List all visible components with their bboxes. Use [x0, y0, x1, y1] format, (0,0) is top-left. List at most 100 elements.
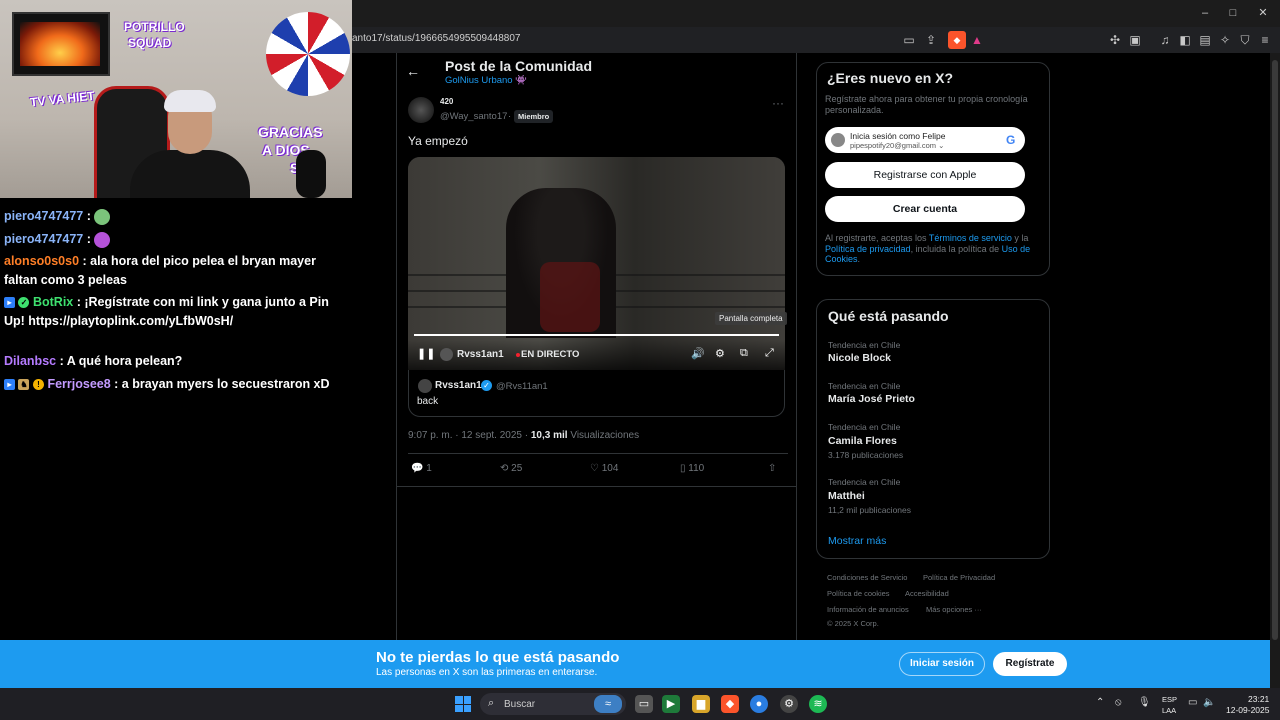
views-label: Visualizaciones	[567, 430, 640, 441]
clock-date[interactable]: 12-09-2025	[1226, 705, 1269, 715]
bookmark-button[interactable]: ▯ 110	[680, 463, 704, 474]
verified-icon: ✓	[481, 380, 492, 391]
chat-username[interactable]: alonso0s0s0	[4, 254, 79, 268]
settings-gear-icon[interactable]: ⚙	[715, 347, 725, 360]
alien-emote-icon	[94, 208, 111, 225]
volume-icon[interactable]: 🔊	[691, 347, 705, 360]
author-handle[interactable]: @Way_santo17	[440, 111, 507, 122]
chat-username[interactable]: Dilanbsc	[4, 354, 56, 368]
community-link[interactable]: GolNius Urbano 👾	[445, 75, 527, 86]
vpn-icon[interactable]: ⛉	[1236, 31, 1254, 49]
brave-shield-icon[interactable]: ◆	[948, 31, 966, 49]
bot-badge-icon: ▸	[4, 297, 15, 309]
footer-link[interactable]: Política de Privacidad	[923, 573, 995, 582]
apple-signup-button[interactable]: Registrarse con Apple	[825, 162, 1025, 188]
steam-icon[interactable]: ⚙	[780, 695, 798, 713]
trend-name[interactable]: Camila Flores	[828, 435, 897, 447]
footer-link[interactable]: Política de cookies	[827, 589, 890, 598]
spotify-icon[interactable]: ≋	[809, 695, 827, 713]
extensions-icon[interactable]: ✣	[1106, 31, 1124, 49]
login-button[interactable]: Iniciar sesión	[899, 652, 985, 676]
fullscreen-icon[interactable]: ⤢	[765, 347, 774, 360]
chat-text: A qué hora pelean?	[66, 354, 183, 368]
sidebar-icon[interactable]: ◧	[1176, 31, 1194, 49]
leo-ai-icon[interactable]: ✧	[1216, 31, 1234, 49]
footer-link[interactable]: Accesibilidad	[905, 589, 949, 598]
chat-username[interactable]: piero4747477	[4, 232, 83, 246]
back-arrow-icon[interactable]: ←	[406, 63, 420, 79]
pause-icon[interactable]: ❚❚	[417, 347, 435, 360]
reader-mode-icon[interactable]: ▭	[900, 31, 918, 49]
keyboard-layout[interactable]: LAA	[1162, 706, 1176, 715]
like-button[interactable]: ♡ 104	[590, 463, 618, 474]
minimize-button[interactable]: –	[1198, 6, 1212, 20]
signup-title: ¿Eres nuevo en X?	[827, 70, 954, 86]
show-hidden-icons[interactable]: ⌃	[1096, 697, 1104, 708]
trend-name[interactable]: María José Prieto	[828, 393, 915, 405]
media-icon[interactable]: ♫	[1156, 31, 1174, 49]
quote-avatar[interactable]	[418, 379, 432, 393]
language-indicator[interactable]: ESP	[1162, 695, 1177, 704]
trend-context: Tendencia en Chile	[828, 422, 901, 432]
display-icon[interactable]: ▭	[1188, 697, 1197, 708]
app-tray-icon[interactable]: ⦸	[1115, 697, 1122, 708]
clock-time[interactable]: 23:21	[1248, 694, 1269, 704]
create-account-button[interactable]: Crear cuenta	[825, 196, 1025, 222]
trend-context: Tendencia en Chile	[828, 477, 901, 487]
pip-icon[interactable]: ⧉	[740, 347, 748, 360]
screenshot-icon[interactable]: ▣	[1126, 31, 1144, 49]
volume-tray-icon[interactable]: 🔈	[1203, 697, 1215, 708]
author-avatar[interactable]	[408, 97, 434, 123]
scrollbar-thumb[interactable]	[1272, 60, 1278, 640]
repost-button[interactable]: ⟲ 25	[500, 463, 522, 474]
repost-count: 25	[511, 463, 523, 474]
quote-author-name[interactable]: Rvss1an1	[435, 380, 482, 391]
share-post-icon[interactable]: ⇧	[768, 463, 776, 474]
privacy-link[interactable]: Política de privacidad	[825, 244, 911, 254]
signup-button[interactable]: Regístrate	[993, 652, 1067, 676]
terms-link[interactable]: Términos de servicio	[929, 233, 1012, 243]
author-name[interactable]: 420	[440, 97, 453, 106]
chrome-icon[interactable]: ●	[750, 695, 768, 713]
wallet-icon[interactable]: ▤	[1196, 31, 1214, 49]
chat-username[interactable]: Ferrjosee8	[47, 377, 110, 391]
chat-message: ▸ ♞ ! Ferrjosee8 : a brayan myers lo sec…	[4, 375, 344, 394]
chat-message: piero4747477 :	[4, 207, 344, 226]
windows-start-icon[interactable]	[455, 696, 471, 712]
trend-name[interactable]: Matthei	[828, 490, 865, 502]
signup-banner	[0, 640, 1270, 688]
chat-message: ▸ ✓ BotRix : ¡Regístrate con mi link y g…	[4, 295, 329, 328]
trend-name[interactable]: Nicole Block	[828, 352, 891, 364]
banner-subtitle: Las personas en X son las primeras en en…	[376, 667, 598, 678]
quote-author-handle[interactable]: @Rvs11an1	[496, 381, 548, 392]
chat-username[interactable]: BotRix	[33, 295, 73, 309]
banner-title: No te pierdas lo que está pasando	[376, 649, 620, 666]
post-timestamp[interactable]: 9:07 p. m. · 12 sept. 2025 ·	[408, 430, 531, 441]
footer-link[interactable]: Información de anuncios	[827, 605, 909, 614]
footer-link[interactable]: Más opciones ···	[926, 605, 982, 614]
brave-rewards-icon[interactable]: ▲	[968, 31, 986, 49]
show-more-link[interactable]: Mostrar más	[828, 535, 886, 547]
close-button[interactable]: ✕	[1256, 6, 1270, 20]
share-icon[interactable]: ⇪	[922, 31, 940, 49]
more-options-icon[interactable]: ···	[772, 96, 784, 110]
file-explorer-icon[interactable]: ▆	[692, 695, 710, 713]
brave-browser-icon[interactable]: ◆	[721, 695, 739, 713]
trend-context: Tendencia en Chile	[828, 381, 901, 391]
url-text[interactable]: anto17/status/1966654995509448807	[352, 33, 521, 44]
footer-link[interactable]: Condiciones de Servicio	[827, 573, 907, 582]
decoration-fan	[266, 12, 350, 96]
chat-text: a brayan myers lo secuestraron xD	[121, 377, 330, 391]
microphone-icon[interactable]: 🎙	[1138, 697, 1151, 708]
maximize-button[interactable]: □	[1226, 6, 1240, 20]
overlay-word: POTRILLO	[124, 20, 185, 34]
legal-mid: y la	[1011, 233, 1029, 243]
task-view-icon[interactable]: ▭	[635, 695, 653, 713]
search-placeholder: Buscar	[504, 699, 536, 710]
game-app-icon[interactable]: ▶	[662, 695, 680, 713]
video-fighter-jersey	[540, 262, 600, 332]
reply-button[interactable]: 💬 1	[411, 463, 432, 474]
chat-username[interactable]: piero4747477	[4, 209, 83, 223]
menu-icon[interactable]: ≡	[1256, 31, 1274, 49]
dolphin-widget-icon[interactable]: ≈	[594, 695, 622, 713]
